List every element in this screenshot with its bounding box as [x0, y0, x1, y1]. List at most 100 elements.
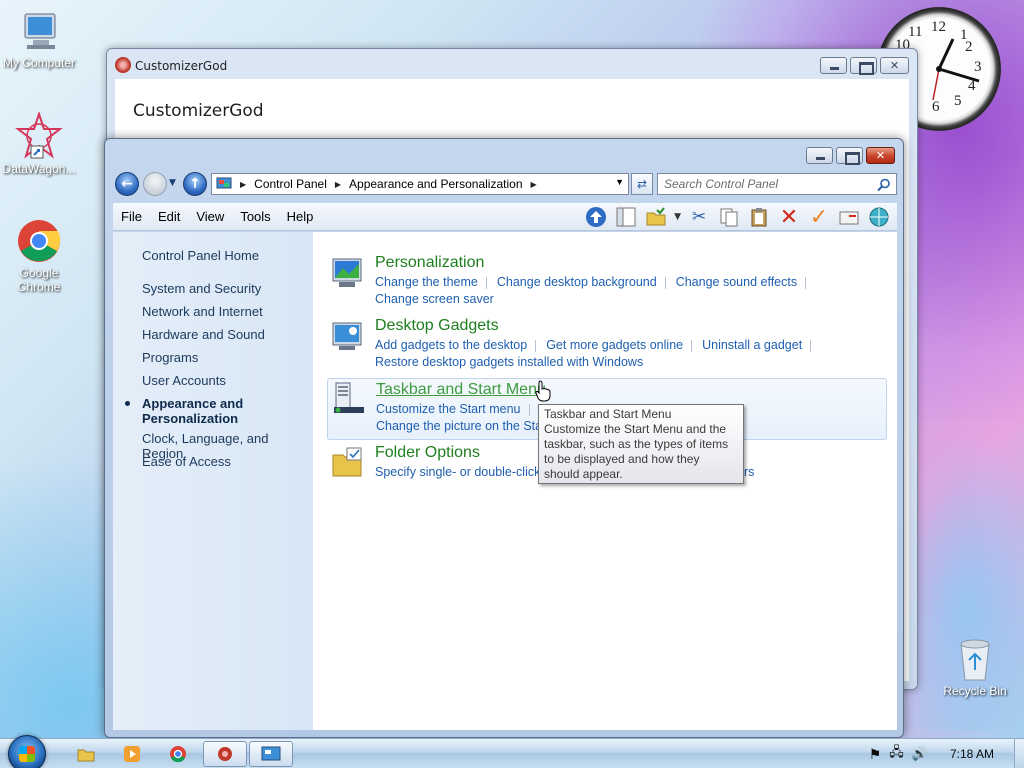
- customizergod-app-icon: [115, 57, 131, 73]
- search-input[interactable]: [664, 177, 874, 191]
- link-change-sound-effects[interactable]: Change sound effects: [676, 275, 797, 289]
- back-button[interactable]: ←: [115, 172, 139, 196]
- nav-user-accounts[interactable]: User Accounts: [142, 373, 226, 388]
- control-panel-window[interactable]: ← → ▼ ↑ ▶ Control Panel ▶ Appearance and…: [104, 138, 904, 738]
- taskbar-customizergod-icon[interactable]: [203, 741, 247, 767]
- nav-hardware-sound[interactable]: Hardware and Sound: [142, 327, 265, 342]
- navigation-bar: ← → ▼ ↑ ▶ Control Panel ▶ Appearance and…: [113, 171, 897, 197]
- current-item-bullet: [125, 401, 130, 406]
- desktop-icon-label: Google Chrome: [17, 266, 61, 294]
- folder-options-icon: [332, 447, 362, 477]
- desktop-icon-recycle-bin[interactable]: Recycle Bin: [936, 636, 1014, 698]
- checkmark-icon[interactable]: ✓: [807, 205, 831, 230]
- desktop-icon-label: DataWagon...: [2, 162, 76, 176]
- desktop-icon-my-computer[interactable]: My Computer: [0, 10, 78, 70]
- minimize-button[interactable]: [806, 147, 833, 164]
- volume-icon[interactable]: 🔊: [912, 746, 928, 762]
- tooltip: Taskbar and Start Menu Customize the Sta…: [538, 404, 744, 484]
- hand-cursor-icon: [535, 380, 551, 402]
- category-title[interactable]: Personalization: [375, 254, 484, 272]
- category-title[interactable]: Taskbar and Start Menu: [376, 381, 546, 399]
- cut-icon[interactable]: ✂: [687, 205, 711, 229]
- taskbar-media-player-icon[interactable]: [110, 741, 154, 767]
- category-title[interactable]: Desktop Gadgets: [375, 317, 499, 335]
- search-box[interactable]: [657, 173, 897, 195]
- maximize-button[interactable]: [850, 57, 877, 75]
- desktop-icon-datawagon[interactable]: DataWagon...: [0, 112, 78, 176]
- computer-icon: [24, 13, 56, 49]
- tooltip-title: Taskbar and Start Menu: [544, 407, 672, 421]
- recent-pages-dropdown-icon[interactable]: ▼: [169, 178, 176, 188]
- folders-pane-icon[interactable]: [614, 205, 638, 229]
- menu-file[interactable]: File: [113, 209, 150, 224]
- views-dropdown-icon[interactable]: ▼: [674, 212, 681, 222]
- breadcrumb-arrow-icon[interactable]: ▶: [531, 180, 537, 189]
- window-title: CustomizerGod: [135, 59, 228, 73]
- nav-system-security[interactable]: System and Security: [142, 281, 261, 296]
- up-button[interactable]: ↑: [183, 172, 207, 196]
- nav-current-line: Appearance and: [142, 396, 244, 411]
- menu-view[interactable]: View: [188, 209, 232, 224]
- link-change-screen-saver[interactable]: Change screen saver: [375, 292, 494, 306]
- nav-programs[interactable]: Programs: [142, 350, 198, 365]
- category-desktop-gadgets: Desktop Gadgets Add gadgets to the deskt…: [327, 317, 887, 373]
- maximize-button[interactable]: [836, 147, 863, 165]
- desktop-icon-label: Recycle Bin: [943, 684, 1007, 698]
- menu-help[interactable]: Help: [279, 209, 322, 224]
- taskbar: ⚑ 🖧 🔊 7:18 AM: [0, 735, 1024, 768]
- network-globe-icon[interactable]: [867, 205, 891, 229]
- taskbar-explorer-icon[interactable]: [64, 741, 108, 767]
- menu-tools[interactable]: Tools: [232, 209, 278, 224]
- paste-icon[interactable]: [747, 205, 771, 229]
- nav-control-panel-home[interactable]: Control Panel Home: [142, 248, 259, 263]
- category-links: Add gadgets to the desktop Get more gadge…: [375, 337, 883, 371]
- link-customize-start-menu[interactable]: Customize the Start menu: [376, 402, 521, 416]
- taskbar-start-menu-icon: [334, 382, 364, 413]
- action-center-icon[interactable]: ⚑: [869, 746, 882, 763]
- link-uninstall-gadget[interactable]: Uninstall a gadget: [702, 338, 802, 352]
- breadcrumb-arrow-icon[interactable]: ▶: [240, 180, 246, 189]
- link-add-gadgets[interactable]: Add gadgets to the desktop: [375, 338, 527, 352]
- nav-network-internet[interactable]: Network and Internet: [142, 304, 263, 319]
- taskbar-chrome-icon[interactable]: [156, 741, 200, 767]
- system-tray: ⚑ 🖧 🔊 7:18 AM: [869, 739, 1014, 768]
- address-dropdown-icon[interactable]: ▼: [615, 177, 624, 187]
- up-folder-icon[interactable]: [584, 205, 608, 229]
- taskbar-clock[interactable]: 7:18 AM: [950, 747, 994, 761]
- search-icon[interactable]: [877, 178, 891, 192]
- properties-icon[interactable]: [837, 205, 861, 229]
- link-change-theme[interactable]: Change the theme: [375, 275, 478, 289]
- category-personalization: Personalization Change the theme Change d…: [327, 254, 887, 310]
- nav-appearance-personalization[interactable]: Appearance and Personalization: [142, 396, 243, 426]
- link-restore-gadgets[interactable]: Restore desktop gadgets installed with W…: [375, 355, 643, 369]
- control-panel-icon: [216, 177, 232, 189]
- taskbar-control-panel-icon[interactable]: [249, 741, 293, 767]
- menu-edit[interactable]: Edit: [150, 209, 188, 224]
- start-button[interactable]: [8, 735, 46, 768]
- link-specify-click[interactable]: Specify single- or double-click: [375, 465, 540, 479]
- breadcrumb-control-panel[interactable]: Control Panel: [254, 177, 327, 191]
- nav-ease-of-access[interactable]: Ease of Access: [142, 454, 231, 469]
- delete-icon[interactable]: ✕: [777, 205, 801, 230]
- network-icon[interactable]: 🖧: [889, 743, 904, 765]
- refresh-button[interactable]: ⇄: [631, 173, 653, 195]
- copy-icon[interactable]: [717, 205, 741, 229]
- link-change-start-picture[interactable]: Change the picture on the Start: [376, 419, 550, 433]
- desktop-icon-google-chrome[interactable]: Google Chrome: [0, 218, 78, 294]
- breadcrumb-appearance[interactable]: Appearance and Personalization: [349, 177, 522, 191]
- address-bar[interactable]: ▶ Control Panel ▶ Appearance and Persona…: [211, 173, 629, 195]
- category-title[interactable]: Folder Options: [375, 444, 480, 462]
- minimize-button[interactable]: [820, 57, 847, 74]
- close-button[interactable]: [866, 147, 895, 164]
- breadcrumb-arrow-icon[interactable]: ▶: [335, 180, 341, 189]
- link-change-desktop-background[interactable]: Change desktop background: [497, 275, 657, 289]
- chrome-icon: [18, 220, 61, 262]
- close-button[interactable]: [880, 57, 909, 74]
- nav-current-line: Personalization: [142, 411, 239, 426]
- desktop-icon-label: My Computer: [2, 56, 76, 70]
- show-desktop-button[interactable]: [1014, 739, 1024, 768]
- tooltip-body: Customize the Start Menu and the taskbar…: [544, 422, 729, 481]
- link-get-more-gadgets[interactable]: Get more gadgets online: [546, 338, 683, 352]
- folder-options-icon[interactable]: [644, 205, 668, 229]
- forward-button[interactable]: →: [143, 172, 167, 196]
